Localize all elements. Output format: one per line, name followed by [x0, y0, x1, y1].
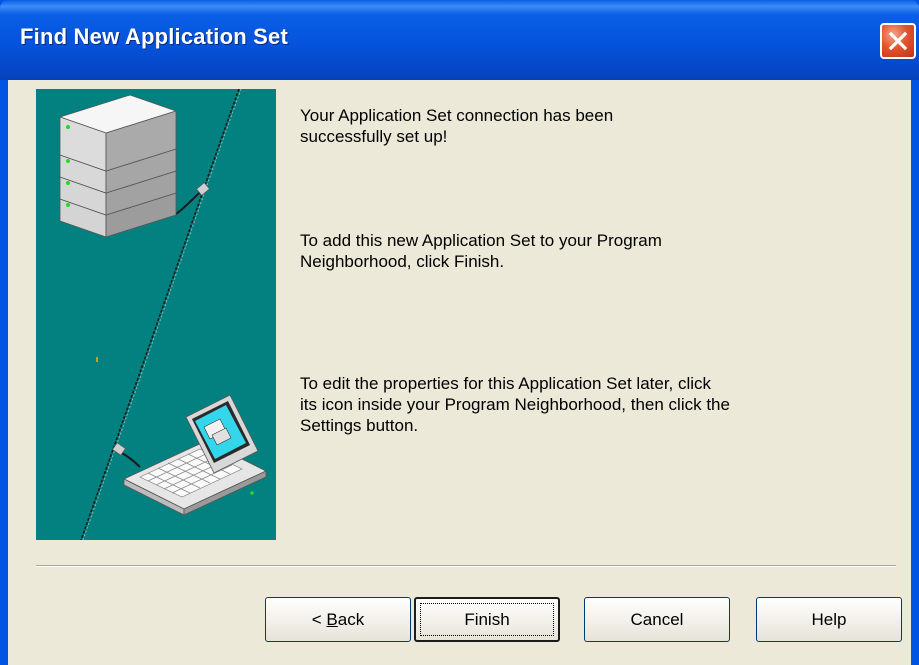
- back-button[interactable]: < Back: [265, 597, 411, 642]
- help-label: Help: [811, 609, 847, 629]
- help-button[interactable]: Help: [756, 597, 902, 642]
- cancel-label: Cancel: [630, 609, 684, 629]
- dialog-body: Your Application Set connection has been…: [8, 80, 911, 665]
- laptop-icon: [123, 394, 267, 516]
- success-message: Your Application Set connection has been…: [300, 105, 860, 147]
- message-line: To edit the properties for this Applicat…: [300, 374, 712, 393]
- finish-instruction: To add this new Application Set to your …: [300, 230, 860, 272]
- message-line: successfully set up!: [300, 127, 448, 146]
- window-title: Find New Application Set: [20, 24, 288, 49]
- button-separator: [36, 565, 896, 567]
- title-bar[interactable]: Find New Application Set: [0, 0, 919, 80]
- message-line: its icon inside your Program Neighborhoo…: [300, 395, 730, 414]
- message-line: Your Application Set connection has been: [300, 106, 614, 125]
- finish-label: Finish: [464, 609, 510, 629]
- wizard-illustration: [36, 89, 276, 540]
- cancel-button[interactable]: Cancel: [584, 597, 730, 642]
- back-label-rest: ack: [337, 609, 365, 629]
- dialog-window: Find New Application Set Your Applicatio…: [0, 0, 919, 665]
- message-line: Settings button.: [300, 416, 419, 435]
- back-prefix: <: [311, 609, 327, 629]
- finish-button[interactable]: Finish: [414, 597, 560, 642]
- close-button[interactable]: [880, 23, 916, 59]
- message-line: Neighborhood, click Finish.: [300, 252, 505, 271]
- close-icon: [888, 31, 908, 51]
- settings-instruction: To edit the properties for this Applicat…: [300, 373, 860, 436]
- server-stack-icon: [58, 94, 178, 238]
- message-line: To add this new Application Set to your …: [300, 231, 662, 250]
- back-mnemonic: B: [326, 609, 338, 629]
